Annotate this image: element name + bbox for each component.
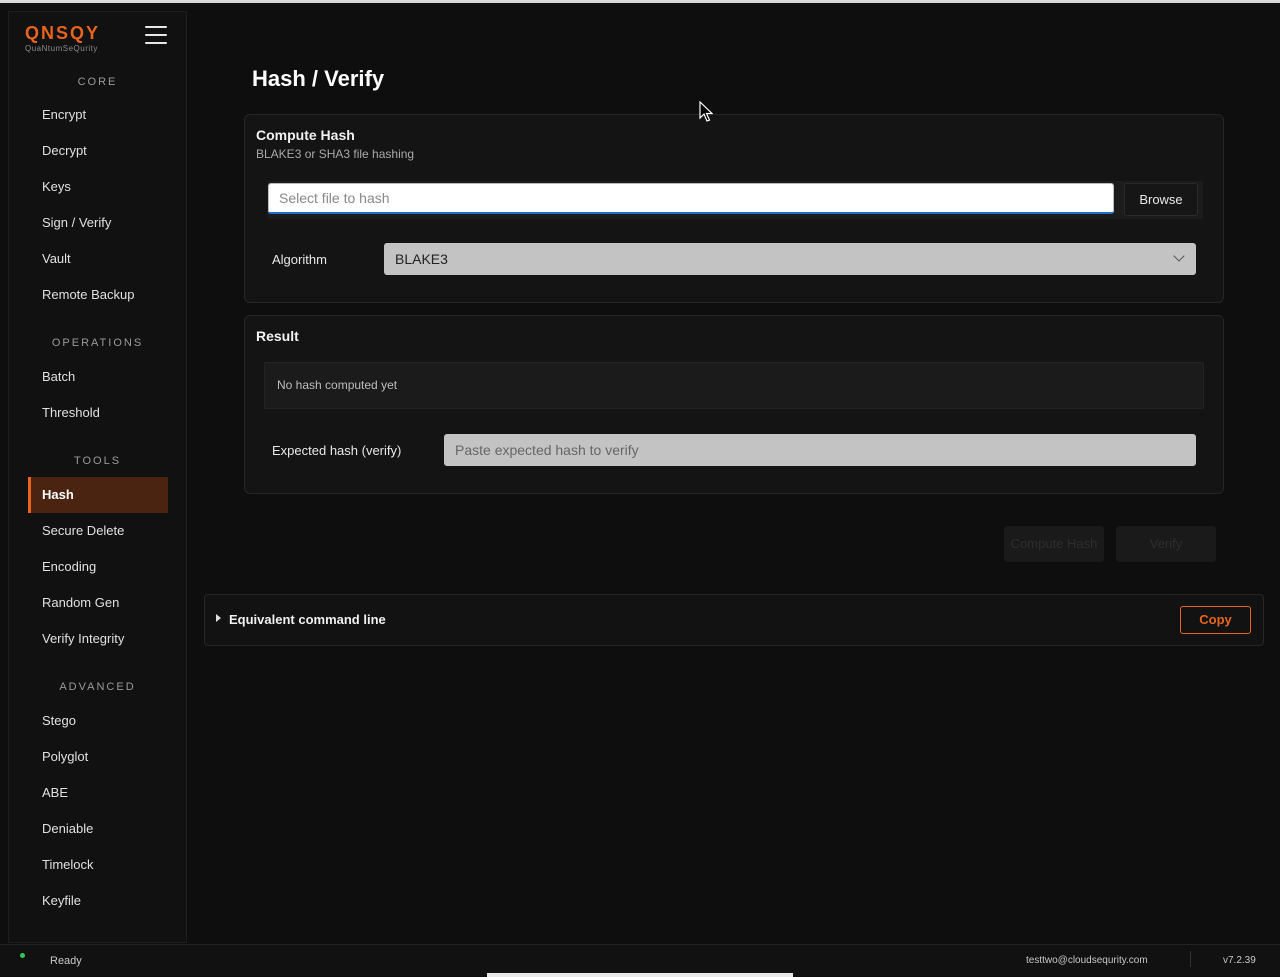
expand-caret-icon[interactable] xyxy=(216,614,221,622)
status-divider xyxy=(1190,951,1191,967)
browse-button[interactable]: Browse xyxy=(1124,183,1198,216)
logo-text: QNSQY xyxy=(25,23,101,43)
logo-subtitle: QuaNtumSeQurity xyxy=(25,44,98,53)
sidebar-item-keys[interactable]: Keys xyxy=(28,169,168,205)
file-picker: Browse xyxy=(267,181,1203,219)
sidebar-item-polyglot[interactable]: Polyglot xyxy=(28,739,168,775)
compute-hash-subtitle: BLAKE3 or SHA3 file hashing xyxy=(256,147,415,161)
verify-button[interactable]: Verify xyxy=(1116,526,1216,562)
sidebar: QNSQY QuaNtumSeQurity CORE Encrypt Decry… xyxy=(8,11,187,943)
status-indicator-icon xyxy=(20,953,25,958)
compute-hash-card: Compute Hash BLAKE3 or SHA3 file hashing… xyxy=(244,114,1224,303)
hash-result-box: No hash computed yet xyxy=(264,362,1204,409)
section-label-advanced: ADVANCED xyxy=(59,681,136,693)
expected-hash-label: Expected hash (verify) xyxy=(272,443,402,458)
command-line-panel: Equivalent command line Copy xyxy=(204,594,1264,646)
sidebar-item-batch[interactable]: Batch xyxy=(28,359,168,395)
algorithm-select[interactable]: BLAKE3 xyxy=(384,243,1196,275)
sidebar-item-deniable[interactable]: Deniable xyxy=(28,811,168,847)
compute-hash-button[interactable]: Compute Hash xyxy=(1004,526,1104,562)
section-label-core: CORE xyxy=(77,76,118,88)
sidebar-item-stego[interactable]: Stego xyxy=(28,703,168,739)
status-text: Ready xyxy=(50,955,82,967)
sidebar-item-encrypt[interactable]: Encrypt xyxy=(28,97,168,133)
sidebar-item-random-gen[interactable]: Random Gen xyxy=(28,585,168,621)
algorithm-label: Algorithm xyxy=(272,252,327,267)
result-card: Result No hash computed yet Expected has… xyxy=(244,315,1224,494)
sidebar-item-remote-backup[interactable]: Remote Backup xyxy=(28,277,168,313)
sidebar-item-encoding[interactable]: Encoding xyxy=(28,549,168,585)
sidebar-item-keyfile[interactable]: Keyfile xyxy=(28,883,168,919)
sidebar-item-timelock[interactable]: Timelock xyxy=(28,847,168,883)
section-label-operations: OPERATIONS xyxy=(51,337,144,349)
sidebar-item-abe[interactable]: ABE xyxy=(28,775,168,811)
sidebar-item-hash[interactable]: Hash xyxy=(28,477,168,513)
window-top-border xyxy=(0,0,1280,3)
hamburger-menu-icon[interactable] xyxy=(145,26,167,46)
chevron-down-icon xyxy=(1173,250,1185,262)
user-email: testtwo@cloudsequrity.com xyxy=(1026,955,1148,966)
command-line-toggle[interactable]: Equivalent command line xyxy=(229,612,386,627)
horizontal-scrollbar[interactable] xyxy=(487,973,793,977)
algorithm-value: BLAKE3 xyxy=(395,251,448,267)
file-path-input[interactable] xyxy=(268,183,1114,214)
sidebar-item-verify-integrity[interactable]: Verify Integrity xyxy=(28,621,168,657)
sidebar-item-threshold[interactable]: Threshold xyxy=(28,395,168,431)
result-title: Result xyxy=(256,328,299,344)
sidebar-item-vault[interactable]: Vault xyxy=(28,241,168,277)
sidebar-item-decrypt[interactable]: Decrypt xyxy=(28,133,168,169)
sidebar-item-sign-verify[interactable]: Sign / Verify xyxy=(28,205,168,241)
app-logo: QNSQY QuaNtumSeQurity xyxy=(25,23,100,53)
status-bar: Ready testtwo@cloudsequrity.com v7.2.39 xyxy=(0,944,1280,977)
expected-hash-input[interactable] xyxy=(444,434,1196,466)
hash-result-text: No hash computed yet xyxy=(277,378,398,392)
app-version: v7.2.39 xyxy=(1223,955,1256,966)
copy-button[interactable]: Copy xyxy=(1180,606,1251,634)
compute-hash-title: Compute Hash xyxy=(256,127,355,143)
sidebar-item-secure-delete[interactable]: Secure Delete xyxy=(28,513,168,549)
mouse-cursor-icon xyxy=(699,101,713,122)
page-title: Hash / Verify xyxy=(252,66,385,91)
section-label-tools: TOOLS xyxy=(73,455,122,467)
